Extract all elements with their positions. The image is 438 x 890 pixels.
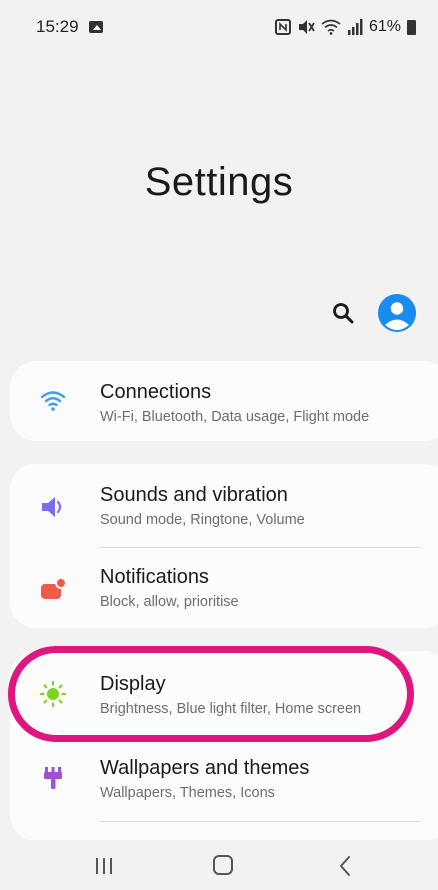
battery-percent: 61% [368, 18, 401, 35]
recent-apps-icon[interactable] [93, 857, 115, 875]
settings-card-display-wallpapers: Display Brightness, Blue light filter, H… [10, 651, 438, 841]
account-avatar-icon[interactable] [378, 294, 416, 332]
settings-item-title: Notifications [100, 566, 209, 588]
settings-item-title: Display [100, 673, 166, 695]
settings-card-connections: Connections Wi-Fi, Bluetooth, Data usage… [10, 361, 438, 441]
settings-item-sounds[interactable]: Sounds and vibration Sound mode, Rington… [10, 464, 438, 544]
settings-item-subtitle: Wi-Fi, Bluetooth, Data usage, Flight mod… [100, 409, 370, 425]
settings-item-title: Connections [100, 381, 212, 403]
notification-icon [41, 577, 66, 599]
status-bar: 15:29 61% [0, 0, 438, 54]
settings-item-notifications[interactable]: Notifications Block, allow, prioritise [10, 548, 438, 628]
settings-item-title: Wallpapers and themes [100, 757, 310, 779]
settings-screen: 15:29 61% Settings Connections Wi-Fi, Bl… [0, 0, 438, 890]
settings-card-sounds-notifications: Sounds and vibration Sound mode, Rington… [10, 464, 438, 628]
status-time: 15:29 [36, 17, 79, 36]
speaker-icon [42, 497, 62, 517]
page-title: Settings [144, 160, 294, 204]
sun-icon [40, 681, 66, 707]
settings-item-subtitle: Block, allow, prioritise [100, 594, 239, 610]
settings-item-subtitle: Sound mode, Ringtone, Volume [100, 512, 305, 528]
paintbrush-icon [44, 767, 62, 789]
settings-item-title: Sounds and vibration [100, 484, 288, 506]
back-icon[interactable] [336, 855, 354, 877]
settings-item-wallpapers[interactable]: Wallpapers and themes Wallpapers, Themes… [10, 747, 438, 827]
divider [100, 821, 420, 822]
signal-icon [347, 19, 363, 35]
wifi-icon [40, 391, 66, 411]
home-icon[interactable] [213, 855, 233, 875]
settings-item-connections[interactable]: Connections Wi-Fi, Bluetooth, Data usage… [10, 361, 438, 441]
battery-icon [407, 19, 416, 35]
nfc-icon [274, 19, 291, 35]
settings-item-subtitle: Wallpapers, Themes, Icons [100, 785, 275, 801]
settings-item-display[interactable]: Display Brightness, Blue light filter, H… [10, 651, 438, 731]
search-icon[interactable] [332, 302, 354, 324]
wifi-icon [321, 19, 341, 35]
settings-item-subtitle: Brightness, Blue light filter, Home scre… [100, 701, 362, 717]
image-icon [88, 21, 103, 33]
navigation-bar [0, 840, 438, 890]
mute-icon [298, 20, 315, 34]
